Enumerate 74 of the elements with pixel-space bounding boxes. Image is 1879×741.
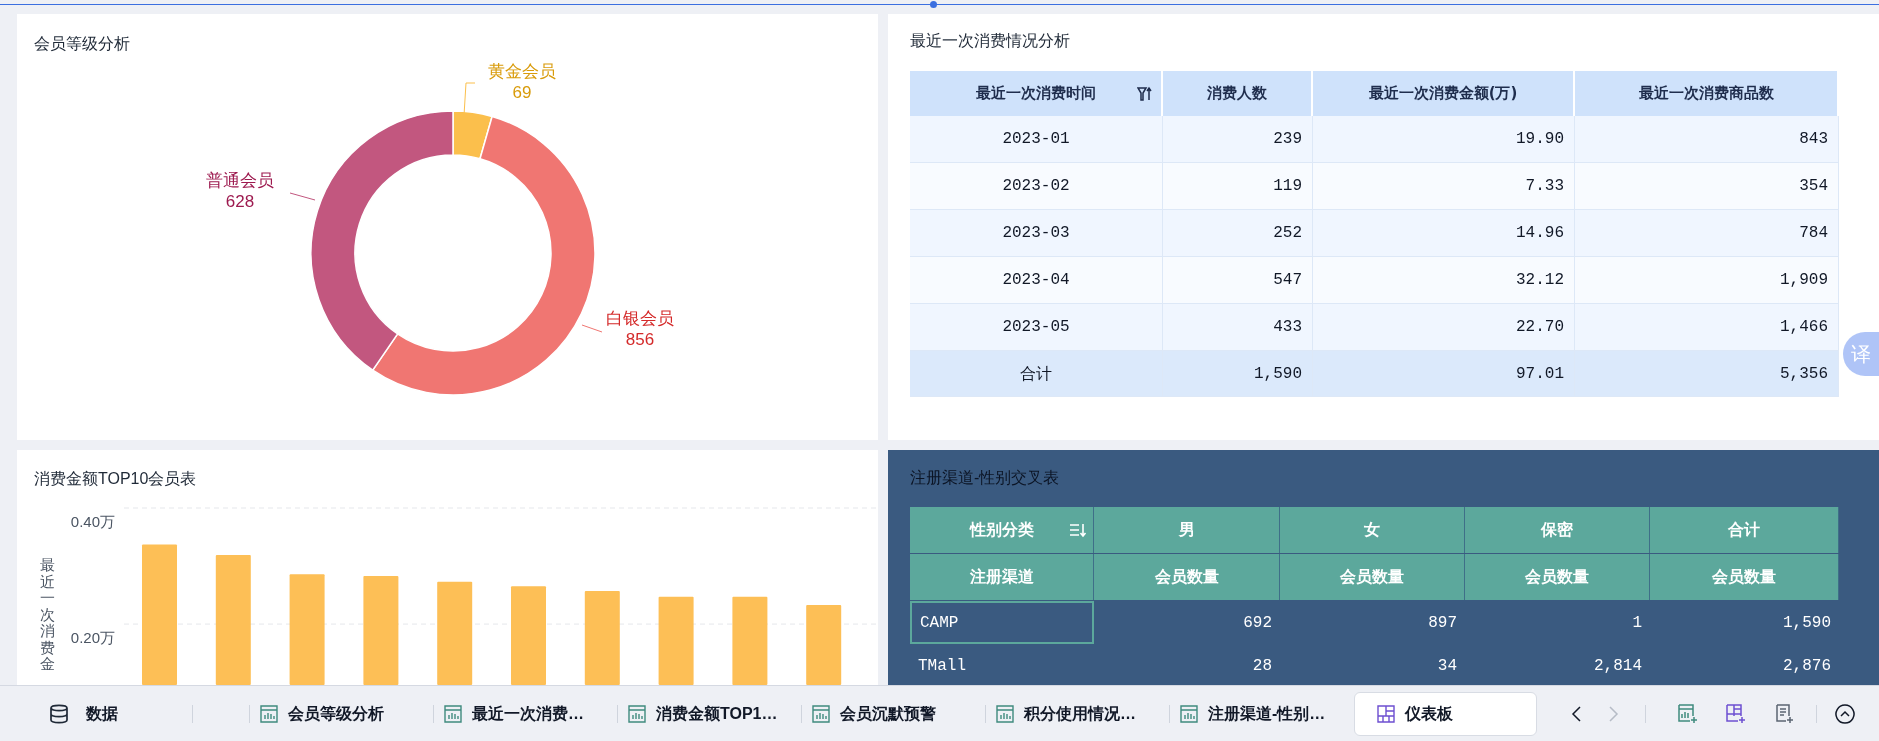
table-cell: 2023-05 [910,304,1163,350]
data-label: 628 [225,192,255,212]
table-cell: 2023-02 [910,163,1163,209]
column-header[interactable]: 最近一次消费商品数 [1575,71,1839,116]
table-cell: 7.33 [1313,163,1575,209]
add-grid-icon[interactable] [1726,703,1746,724]
table-cell-text: 2,876 [1782,655,1832,677]
table-cell-text: 1 [1631,612,1643,634]
leader-line [581,324,603,333]
table-cell-text: 1,590 [1782,612,1832,634]
data-label: 856 [625,330,655,350]
table-cell: 14.96 [1313,210,1575,256]
data-label: 白银会员 [606,309,674,329]
sheet-tab[interactable]: 会员沉默预警 [802,691,985,736]
table-cell: 2023-01 [910,116,1163,162]
table-cell: 1,590 [1163,351,1313,396]
table-cell: 1,909 [1575,257,1839,303]
resize-handle[interactable] [930,1,937,8]
sheet-tab[interactable]: 会员等级分析 [250,691,433,736]
data-button[interactable]: 数据 [50,701,170,726]
data-label: 69 [512,83,532,103]
bar-chart-icon [1180,704,1198,723]
leader-line [289,192,316,201]
bar-chart-icon [260,704,278,723]
table-cell: 252 [1163,210,1313,256]
sort-icon[interactable] [1137,85,1153,102]
sheet-tab[interactable]: 最近一次消费… [434,691,617,736]
table-cell: 22.70 [1313,304,1575,350]
table-cell: 843 [1575,116,1839,162]
table-cell: 32.12 [1313,257,1575,303]
grid-icon [1377,704,1395,723]
table-cell: 合计 [910,351,1163,396]
database-icon [50,703,68,724]
axis-label: 0.40万 [70,512,115,532]
table-cell: 2023-04 [910,257,1163,303]
column-header[interactable]: 最近一次消费时间 [910,71,1163,116]
column-header[interactable]: 最近一次消费金额(万) [1313,71,1575,116]
add-chart-icon[interactable] [1678,703,1698,724]
table-cell-text: 897 [1427,612,1458,634]
panel-title: 消费金额TOP10会员表 [34,469,197,489]
bar-chart-icon [996,704,1014,723]
bar-chart-icon [628,704,646,723]
sheet-tab[interactable]: 消费金额TOP1… [618,691,801,736]
table-cell: 784 [1575,210,1839,256]
table-cell-text: 28 [1251,655,1273,677]
table-cell: 97.01 [1313,351,1575,396]
table-cell-text: 2,814 [1593,655,1643,677]
panel-title: 最近一次消费情况分析 [910,31,1071,51]
sheet-tab[interactable]: 注册渠道-性别… [1170,691,1353,736]
table-cell: 1,466 [1575,304,1839,350]
sheet-tab[interactable]: 积分使用情况… [986,691,1169,736]
panel-title: 注册渠道-性别交叉表 [910,468,1061,488]
axis-label: 0.20万 [70,628,115,649]
bar-chart-icon [812,704,830,723]
axis-title: 最近一次消费金 [40,557,55,673]
table-cell-text: 34 [1436,655,1458,677]
data-label: 普通会员 [206,171,274,191]
table-cell-text: 692 [1242,612,1273,634]
data-label: 黄金会员 [488,62,556,82]
table-cell: 5,356 [1575,351,1839,396]
sheet-tab[interactable]: 仪表板 [1354,691,1537,736]
table-cell: 119 [1163,163,1313,209]
column-header[interactable]: 消费人数 [1163,71,1313,116]
table-cell: 547 [1163,257,1313,303]
table-cell: 354 [1575,163,1839,209]
bar-chart-icon [444,704,462,723]
table-cell: 239 [1163,116,1313,162]
table-cell: 2023-03 [910,210,1163,256]
table-cell: CAMP [910,601,1094,644]
table-cell: 19.90 [1313,116,1575,162]
panel-title: 会员等级分析 [34,34,130,54]
table-cell-text: TMall [917,655,967,677]
add-report-icon[interactable] [1774,703,1794,724]
table-cell: 433 [1163,304,1313,350]
